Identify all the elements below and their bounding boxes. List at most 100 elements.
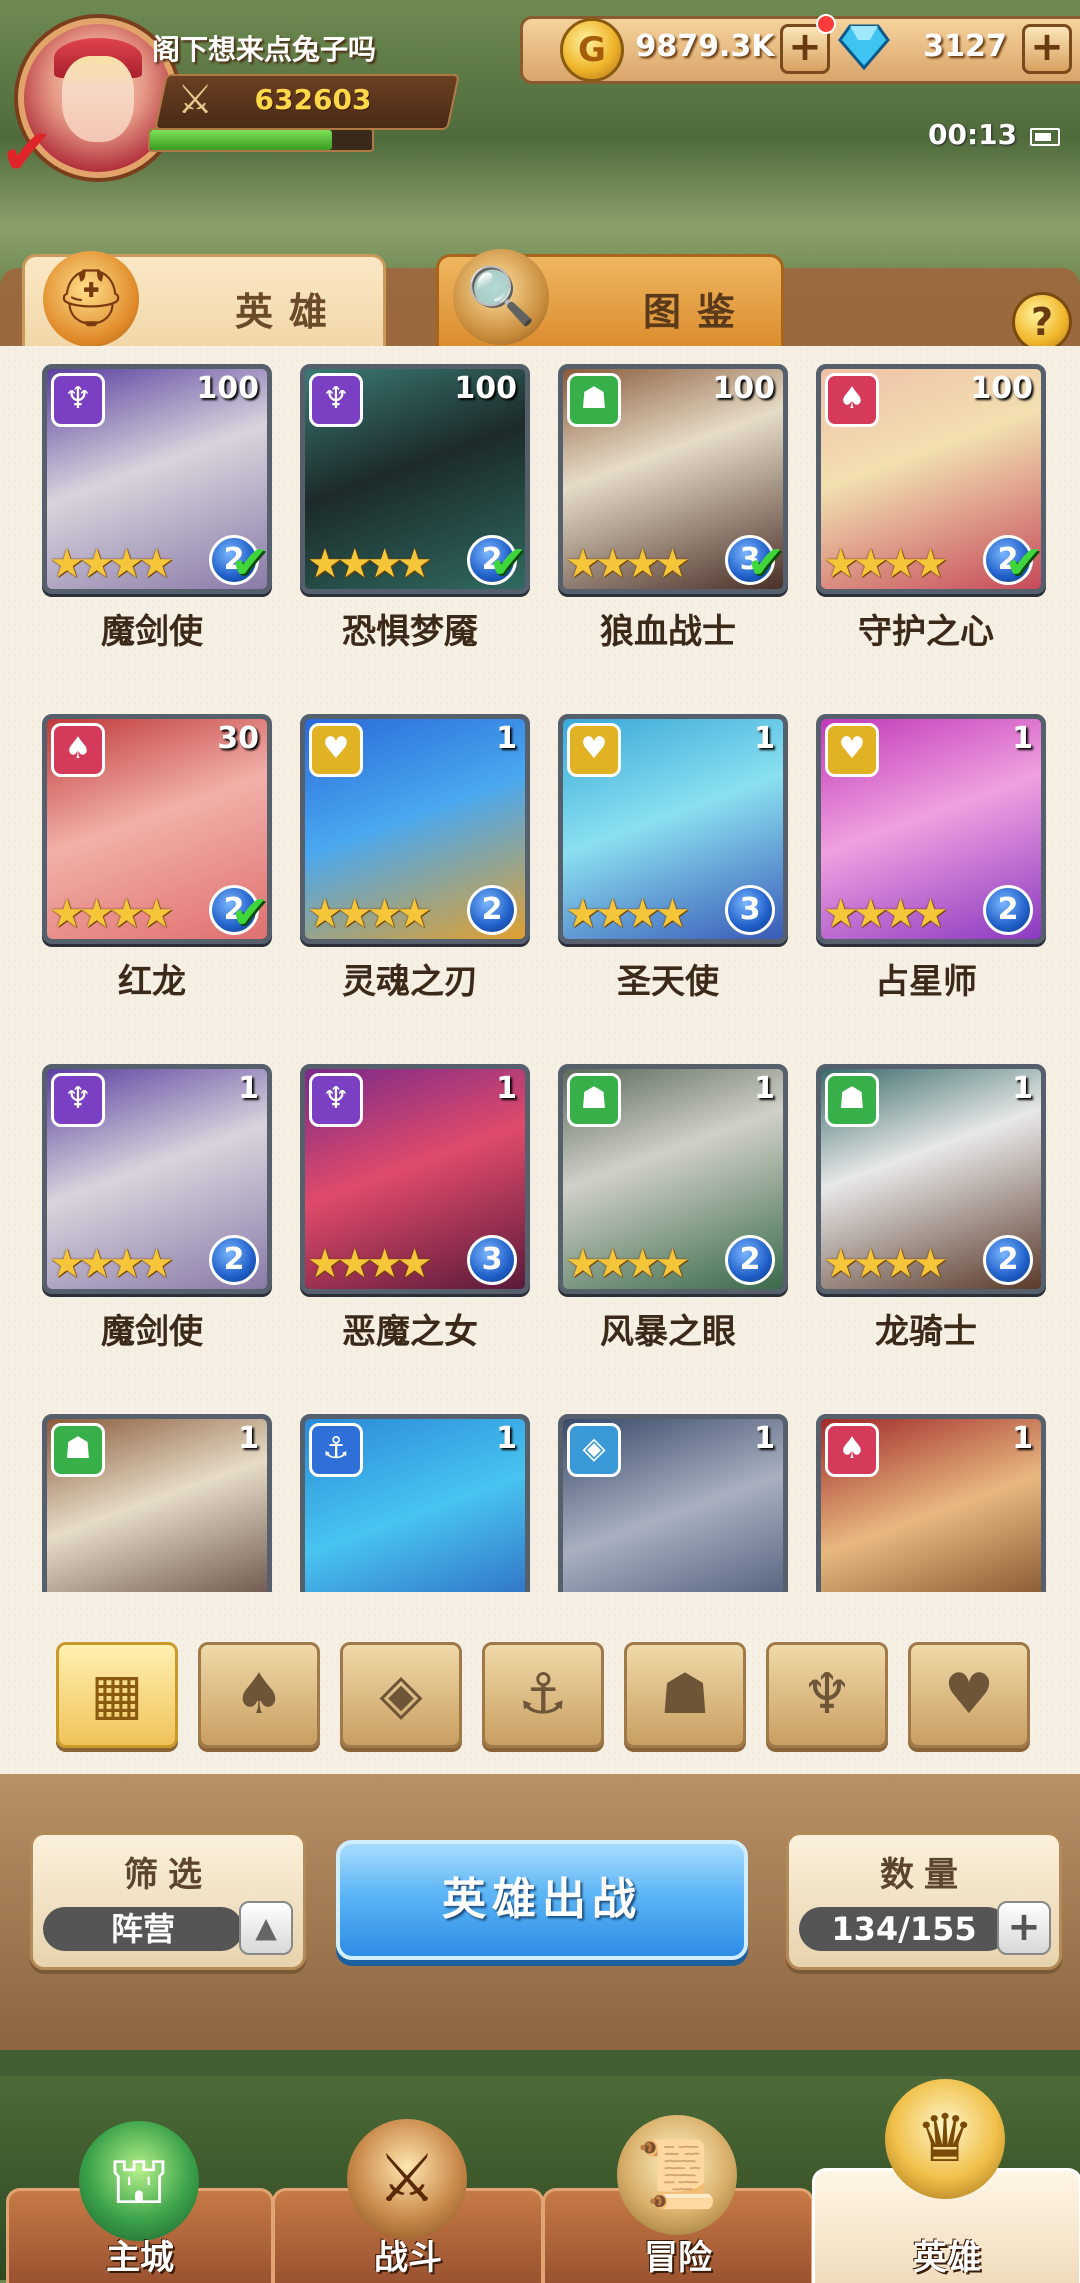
- add-gems-button[interactable]: +: [1022, 24, 1072, 74]
- filter-fire-faction-icon[interactable]: ♠: [198, 1642, 320, 1748]
- notification-dot: [816, 14, 836, 34]
- light-faction-icon: ♥: [567, 723, 621, 777]
- filter-dark-faction-icon[interactable]: ♆: [766, 1642, 888, 1748]
- hero-level: 100: [196, 371, 259, 406]
- deployed-check-icon: ✔: [1004, 535, 1043, 589]
- hero-card[interactable]: ♆ 100 ★★★★ 2 ✔: [42, 364, 272, 594]
- hero-rank-badge: 2: [725, 1235, 775, 1285]
- dark-faction-icon: ♆: [51, 373, 105, 427]
- hero-card[interactable]: ♠ 1 ★★★★: [816, 1414, 1046, 1592]
- hero-name: 灵魂之刃: [342, 962, 478, 1002]
- dark-faction-icon: ♆: [309, 373, 363, 427]
- hero-stars-icon: ★★★★: [307, 1591, 432, 1592]
- count-panel: 数量 134/155 +: [786, 1832, 1062, 1970]
- nav-battle[interactable]: ⚔ 战斗: [272, 2119, 544, 2283]
- count-title: 数量: [880, 1855, 968, 1895]
- hero-card[interactable]: ♆ 1 ★★★★ 3: [300, 1064, 530, 1294]
- fire-faction-icon: ♠: [825, 373, 879, 427]
- hero-stars-icon: ★★★★: [49, 1591, 174, 1592]
- hero-card[interactable]: ♥ 1 ★★★★ 2: [816, 714, 1046, 944]
- hero-stars-icon: ★★★★: [823, 541, 948, 587]
- hero-card[interactable]: ☗ 1 ★★★★: [42, 1414, 272, 1592]
- hero-stars-icon: ★★★★: [49, 891, 174, 937]
- gem-value: 3127: [923, 29, 1007, 64]
- filter-toggle-button[interactable]: ▲: [239, 1901, 293, 1955]
- hero-stars-icon: ★★★★: [823, 891, 948, 937]
- hero-level: 1: [754, 721, 775, 756]
- fire-faction-icon: ♠: [825, 1423, 879, 1477]
- castle-icon: ⛫: [79, 2121, 199, 2241]
- hero-card[interactable]: ♠ 30 ★★★★ 2 ✔: [42, 714, 272, 944]
- filter-diamond-faction-icon[interactable]: ◈: [340, 1642, 462, 1748]
- filter-beast-faction-icon[interactable]: ☗: [624, 1642, 746, 1748]
- deploy-heroes-button[interactable]: 英雄出战: [336, 1840, 748, 1960]
- nav-main-city-label: 主城: [106, 2238, 174, 2278]
- tab-index[interactable]: 🔍 图鉴: [436, 249, 784, 353]
- filter-light-faction-icon[interactable]: ♥: [908, 1642, 1030, 1748]
- dark-faction-icon: ♆: [309, 1073, 363, 1127]
- deployed-check-icon: ✔: [230, 535, 269, 589]
- hero-name: 龙骑士: [875, 1312, 977, 1352]
- hero-card[interactable]: ♆ 100 ★★★★ 2 ✔: [300, 364, 530, 594]
- nav-heroes-label: 英雄: [913, 2238, 981, 2278]
- hero-crest-icon: ♛: [885, 2079, 1005, 2199]
- nav-main-city[interactable]: ⛫ 主城: [6, 2121, 274, 2283]
- light-faction-icon: ♥: [309, 723, 363, 777]
- hero-stars-icon: ★★★★: [823, 1591, 948, 1592]
- beast-faction-icon: ☗: [567, 373, 621, 427]
- hero-count: 134/155: [799, 1907, 1009, 1951]
- hero-card[interactable]: ♆ 1 ★★★★ 2: [42, 1064, 272, 1294]
- crossed-swords-icon: ⚔: [177, 77, 213, 123]
- beast-faction-icon: ☗: [567, 1073, 621, 1127]
- help-button[interactable]: ?: [1012, 292, 1072, 352]
- magnifier-icon: 🔍: [453, 249, 549, 345]
- tab-heroes[interactable]: ⛑ 英雄: [22, 251, 386, 353]
- filter-panel: 筛选 阵营 ▲: [30, 1832, 306, 1970]
- exp-bar-fill: [150, 130, 333, 150]
- beast-faction-icon: ☗: [825, 1073, 879, 1127]
- hero-level: 1: [496, 1421, 517, 1456]
- hero-card[interactable]: ♥ 1 ★★★★ 3: [558, 714, 788, 944]
- nav-adventure[interactable]: 📜 冒险: [542, 2115, 814, 2283]
- hero-rank-badge: 3: [725, 885, 775, 935]
- tab-index-label: 图鉴: [643, 290, 752, 334]
- hero-card[interactable]: ⚓ 1 ★★★★: [300, 1414, 530, 1592]
- hero-stars-icon: ★★★★: [307, 1241, 432, 1287]
- expand-capacity-button[interactable]: +: [997, 1901, 1051, 1955]
- hero-level: 30: [217, 721, 259, 756]
- hero-rank-badge: 2: [209, 1235, 259, 1285]
- notification-arrow-icon[interactable]: ✔: [0, 118, 54, 188]
- avatar-face: [62, 56, 134, 142]
- dark-faction-icon: ♆: [51, 1073, 105, 1127]
- beast-faction-icon: ☗: [51, 1423, 105, 1477]
- diamond-faction-icon: ◈: [567, 1423, 621, 1477]
- filter-title: 筛选: [124, 1855, 212, 1895]
- hero-card[interactable]: ☗ 100 ★★★★ 3 ✔: [558, 364, 788, 594]
- hero-level: 100: [712, 371, 775, 406]
- filter-grid-icon[interactable]: ▦: [56, 1642, 178, 1748]
- hero-stars-icon: ★★★★: [307, 541, 432, 587]
- hero-name: 狼血战士: [600, 612, 736, 652]
- gold-value: 9879.3K: [635, 29, 775, 64]
- hero-rank-badge: 2: [467, 885, 517, 935]
- nav-heroes[interactable]: ♛ 英雄: [812, 2079, 1080, 2283]
- hero-rank-badge: 2: [983, 1235, 1033, 1285]
- filter-select[interactable]: 阵营: [43, 1907, 243, 1951]
- hero-card[interactable]: ♥ 1 ★★★★ 2: [300, 714, 530, 944]
- hero-card[interactable]: ♠ 100 ★★★★ 2 ✔: [816, 364, 1046, 594]
- hero-level: 1: [496, 721, 517, 756]
- hero-name: 圣天使: [617, 962, 719, 1002]
- hero-level: 1: [1012, 721, 1033, 756]
- hero-name: 恐惧梦魇: [342, 612, 478, 652]
- hero-grid: ♆ 100 ★★★★ 2 ✔ 魔剑使 ♆ 100 ★★★★ 2 ✔ 恐惧梦魇 ☗ 100 ★★★★ 3 ✔ 狼血战…: [0, 346, 1080, 1592]
- filter-anchor-faction-icon[interactable]: ⚓: [482, 1642, 604, 1748]
- hero-card[interactable]: ◈ 1 ★★★★: [558, 1414, 788, 1592]
- gold-coin-icon: G: [560, 18, 624, 82]
- hero-level: 100: [970, 371, 1033, 406]
- hero-stars-icon: ★★★★: [49, 541, 174, 587]
- hero-name: 守护之心: [858, 612, 994, 652]
- player-name: 阁下想来点兔子吗: [152, 33, 377, 66]
- hero-card[interactable]: ☗ 1 ★★★★ 2: [558, 1064, 788, 1294]
- hero-card[interactable]: ☗ 1 ★★★★ 2: [816, 1064, 1046, 1294]
- hero-stars-icon: ★★★★: [565, 891, 690, 937]
